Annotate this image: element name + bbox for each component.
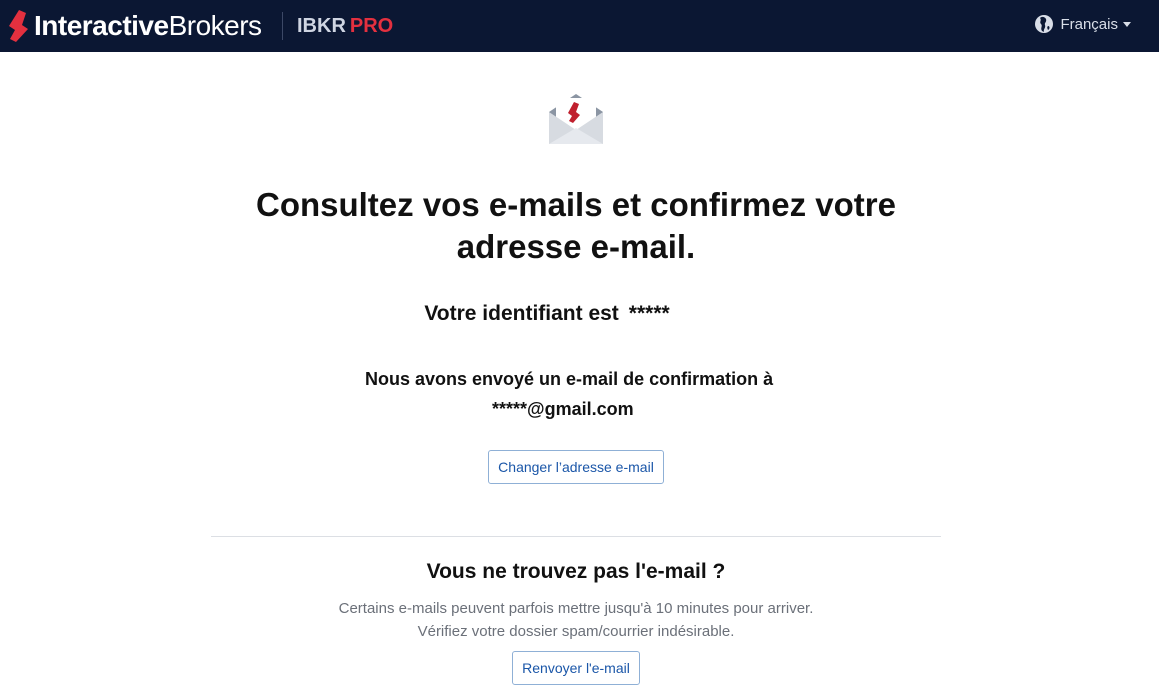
not-found-title: Vous ne trouvez pas l'e-mail ?	[426, 560, 726, 583]
brand-logo[interactable]: InteractiveBrokers	[6, 8, 262, 44]
sent-text: Nous avons envoyé un e-mail de confirmat…	[365, 369, 774, 389]
email-address: *****@gmail.com	[492, 399, 634, 419]
brand-name-light: Brokers	[168, 10, 262, 41]
product-name: IBKR PRO	[297, 15, 393, 38]
product-tier-label: PRO	[349, 15, 394, 37]
brand-name: InteractiveBrokers	[34, 10, 262, 42]
language-label: Français	[1060, 15, 1118, 33]
page-title: Consultez vos e-mails et confirmez votre…	[200, 184, 952, 268]
help-text-line1: Certains e-mails peuvent parfois mettre …	[338, 600, 814, 617]
product-name-label: IBKR	[297, 15, 346, 37]
envelope-icon	[549, 94, 603, 144]
help-text-line2: Vérifiez votre dossier spam/courrier ind…	[417, 623, 735, 640]
ib-logo-icon	[9, 10, 28, 42]
user-id-value: *****	[628, 302, 670, 325]
chevron-down-icon	[1123, 21, 1131, 27]
section-divider	[211, 536, 941, 537]
help-text: Certains e-mails peuvent parfois mettre …	[250, 597, 902, 643]
top-navbar: InteractiveBrokers IBKR PRO Français	[0, 0, 1159, 52]
brand-name-bold: Interactive	[34, 10, 169, 41]
page-title-line2: adresse e-mail.	[456, 228, 696, 265]
header-divider	[282, 12, 283, 40]
confirmation-sent-message: Nous avons envoyé un e-mail de confirmat…	[300, 364, 852, 424]
globe-icon	[1035, 15, 1054, 33]
language-selector[interactable]: Français	[1034, 14, 1131, 34]
resend-email-button[interactable]: Renvoyer l'e-mail	[512, 651, 640, 685]
change-email-button[interactable]: Changer l’adresse e-mail	[488, 450, 664, 484]
user-id-label: Votre identifiant est	[424, 302, 619, 325]
user-id-line: Votre identifiant est *****	[300, 302, 794, 326]
page-title-line1: Consultez vos e-mails et confirmez votre	[255, 186, 896, 223]
